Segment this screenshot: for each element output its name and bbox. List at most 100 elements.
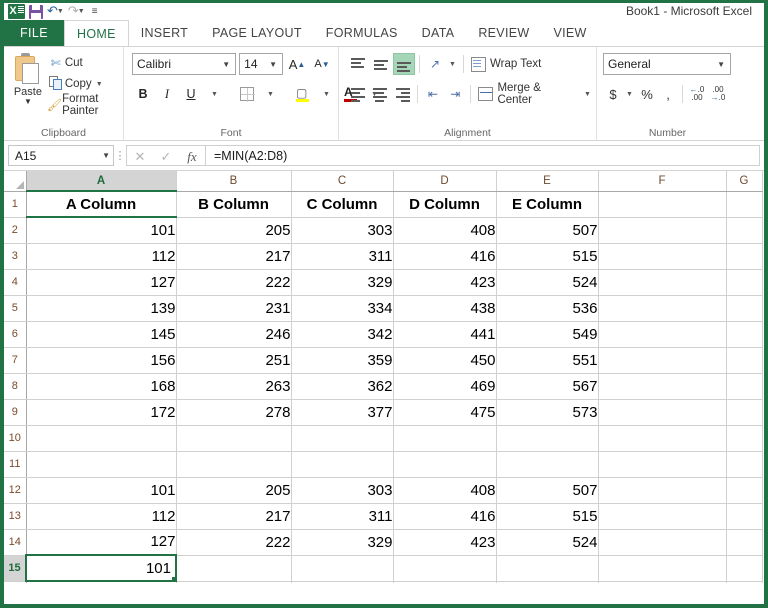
cell-b16[interactable]: [176, 581, 292, 583]
cell-d12[interactable]: 408: [393, 477, 497, 504]
cell-d8[interactable]: 469: [393, 373, 497, 400]
paste-button[interactable]: Paste ▼: [9, 51, 47, 126]
cell-e12[interactable]: 507: [496, 477, 599, 504]
tab-page-layout[interactable]: PAGE LAYOUT: [200, 20, 314, 46]
cell-a8[interactable]: 168: [26, 373, 177, 400]
italic-button[interactable]: I: [156, 83, 178, 105]
column-header-e[interactable]: E: [496, 171, 599, 192]
cell-b5[interactable]: 231: [176, 295, 292, 322]
cell-a16[interactable]: [26, 581, 177, 583]
column-header-g[interactable]: G: [726, 171, 763, 192]
row-header-9[interactable]: 9: [4, 399, 27, 426]
cell-e6[interactable]: 549: [496, 321, 599, 348]
font-size-dropdown-icon[interactable]: ▼: [266, 60, 280, 69]
row-header-5[interactable]: 5: [4, 295, 27, 322]
cell-a14[interactable]: 127: [26, 529, 177, 556]
cell-c15[interactable]: [291, 555, 394, 582]
cell-e10[interactable]: [496, 425, 599, 452]
tab-data[interactable]: DATA: [410, 20, 467, 46]
font-name-combo[interactable]: Calibri ▼: [132, 53, 237, 75]
decrease-indent-button[interactable]: ⇤: [422, 83, 443, 105]
tab-review[interactable]: REVIEW: [466, 20, 541, 46]
font-size-combo[interactable]: 14 ▼: [239, 53, 283, 75]
tab-view[interactable]: VIEW: [541, 20, 598, 46]
row-header-6[interactable]: 6: [4, 321, 27, 348]
borders-button[interactable]: [236, 83, 258, 105]
align-right-button[interactable]: [392, 83, 413, 105]
customize-qat-icon[interactable]: ≡: [89, 4, 101, 20]
cell-c7[interactable]: 359: [291, 347, 394, 374]
tab-home[interactable]: HOME: [64, 20, 129, 46]
tab-insert[interactable]: INSERT: [129, 20, 200, 46]
cell-d10[interactable]: [393, 425, 497, 452]
name-box[interactable]: A15 ▼: [8, 145, 114, 166]
copy-button[interactable]: Copy ▼: [47, 75, 118, 93]
cell-c14[interactable]: 329: [291, 529, 394, 556]
cell-c9[interactable]: 377: [291, 399, 394, 426]
underline-dropdown-icon[interactable]: ▼: [204, 83, 226, 105]
cell-a2[interactable]: 101: [26, 217, 177, 244]
tab-formulas[interactable]: FORMULAS: [314, 20, 410, 46]
cell-g9[interactable]: [726, 399, 763, 426]
align-left-button[interactable]: [347, 83, 368, 105]
align-bottom-button[interactable]: [393, 53, 415, 75]
format-painter-button[interactable]: 🖌 Format Painter: [47, 93, 118, 117]
cell-c4[interactable]: 329: [291, 269, 394, 296]
cell-f6[interactable]: [598, 321, 727, 348]
cell-a11[interactable]: [26, 451, 177, 478]
cell-g14[interactable]: [726, 529, 763, 556]
cell-g2[interactable]: [726, 217, 763, 244]
cell-d16[interactable]: [393, 581, 497, 583]
name-box-dropdown-icon[interactable]: ▼: [102, 151, 110, 160]
cell-f4[interactable]: [598, 269, 727, 296]
cell-c10[interactable]: [291, 425, 394, 452]
cell-d6[interactable]: 441: [393, 321, 497, 348]
paste-dropdown-icon[interactable]: ▼: [24, 98, 32, 106]
cell-a3[interactable]: 112: [26, 243, 177, 270]
number-format-dropdown-icon[interactable]: ▼: [714, 60, 728, 69]
currency-button[interactable]: $: [603, 83, 623, 105]
confirm-check-icon[interactable]: ✓: [153, 146, 179, 167]
cell-f7[interactable]: [598, 347, 727, 374]
cell-c2[interactable]: 303: [291, 217, 394, 244]
bold-button[interactable]: B: [132, 83, 154, 105]
fill-color-button[interactable]: ▢: [292, 83, 314, 105]
row-header-10[interactable]: 10: [4, 425, 27, 452]
row-header-1[interactable]: 1: [4, 191, 27, 218]
cell-f8[interactable]: [598, 373, 727, 400]
orientation-dropdown-icon[interactable]: ▼: [447, 53, 459, 75]
currency-dropdown-icon[interactable]: ▼: [624, 83, 636, 105]
cell-f3[interactable]: [598, 243, 727, 270]
cell-g15[interactable]: [726, 555, 763, 582]
cell-f14[interactable]: [598, 529, 727, 556]
cell-b10[interactable]: [176, 425, 292, 452]
cell-d3[interactable]: 416: [393, 243, 497, 270]
cell-f15[interactable]: [598, 555, 727, 582]
cell-a13[interactable]: 112: [26, 503, 177, 530]
cell-e13[interactable]: 515: [496, 503, 599, 530]
cell-a9[interactable]: 172: [26, 399, 177, 426]
cell-d15[interactable]: [393, 555, 497, 582]
row-header-15[interactable]: 15: [4, 555, 27, 582]
cell-f11[interactable]: [598, 451, 727, 478]
row-header-8[interactable]: 8: [4, 373, 27, 400]
cell-c11[interactable]: [291, 451, 394, 478]
cell-b13[interactable]: 217: [176, 503, 292, 530]
cell-c1[interactable]: C Column: [291, 191, 394, 218]
column-header-c[interactable]: C: [291, 171, 394, 192]
formula-input[interactable]: =MIN(A2:D8): [206, 145, 760, 166]
wrap-text-button[interactable]: Wrap Text: [468, 53, 541, 75]
column-header-a[interactable]: A: [26, 171, 177, 192]
merge-center-button[interactable]: Merge & Center ▼: [475, 82, 591, 106]
cell-g16[interactable]: [726, 581, 763, 583]
cell-b9[interactable]: 278: [176, 399, 292, 426]
insert-function-icon[interactable]: fx: [179, 146, 205, 167]
cell-f2[interactable]: [598, 217, 727, 244]
align-center-button[interactable]: [369, 83, 390, 105]
cell-e11[interactable]: [496, 451, 599, 478]
cell-g3[interactable]: [726, 243, 763, 270]
cell-g4[interactable]: [726, 269, 763, 296]
cell-g5[interactable]: [726, 295, 763, 322]
cell-b7[interactable]: 251: [176, 347, 292, 374]
number-format-combo[interactable]: General ▼: [603, 53, 731, 75]
